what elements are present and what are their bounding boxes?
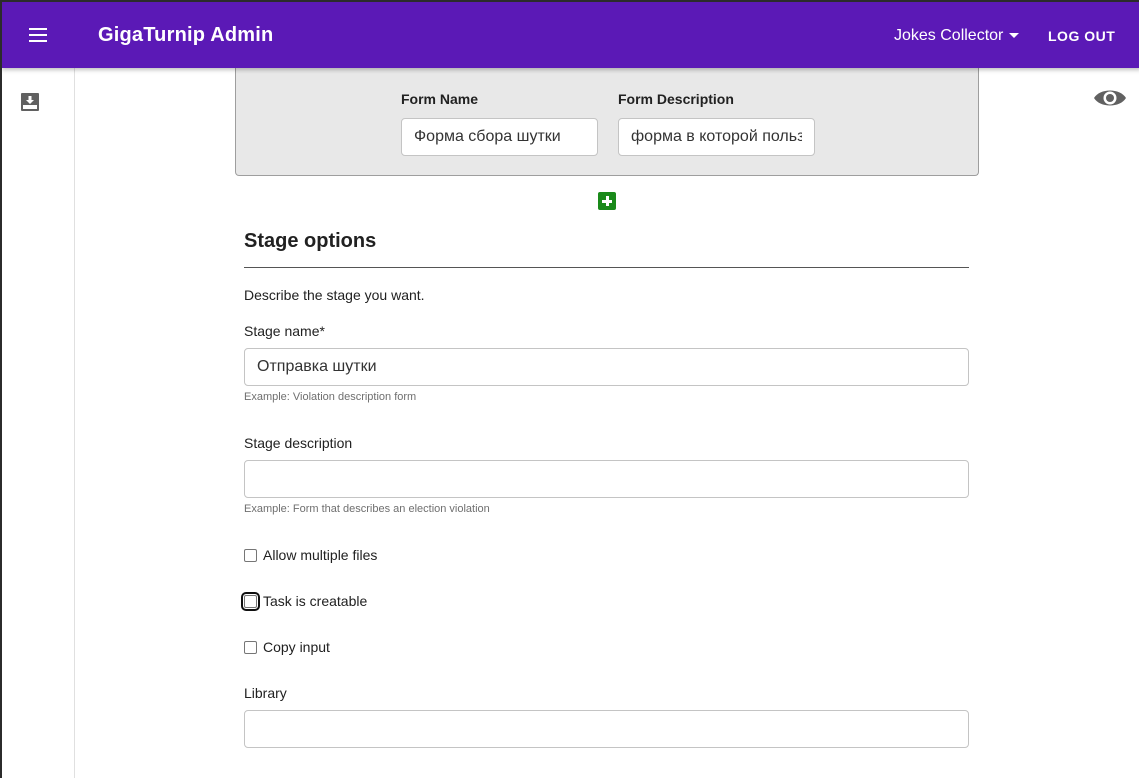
stage-name-help: Example: Violation description form [244, 391, 417, 403]
menu-icon [29, 28, 47, 42]
sidebar [2, 68, 75, 778]
section-description: Describe the stage you want. [244, 287, 425, 303]
checkbox-row-allow-multiple-files[interactable]: Allow multiple files [244, 545, 377, 565]
inbox-download-icon [21, 93, 39, 111]
preview-button[interactable] [1092, 84, 1128, 112]
copy-input-label: Copy input [263, 639, 330, 655]
form-description-label: Form Description [618, 91, 734, 107]
stage-name-label: Stage name* [244, 323, 325, 339]
app-window: GigaTurnip Admin Jokes Collector LOG OUT [0, 0, 1139, 778]
stage-name-input[interactable] [244, 348, 969, 386]
stage-description-label: Stage description [244, 435, 353, 451]
allow-multiple-files-checkbox[interactable] [244, 548, 257, 562]
form-description-input[interactable] [618, 118, 815, 156]
checkbox-row-task-is-creatable[interactable]: Task is creatable [241, 591, 368, 611]
task-is-creatable-label: Task is creatable [263, 593, 368, 609]
campaign-select[interactable]: Jokes Collector [894, 24, 1020, 48]
campaign-select-label: Jokes Collector [894, 27, 1004, 44]
section-title: Stage options [244, 230, 377, 252]
menu-button[interactable] [22, 19, 54, 51]
plus-square-icon[interactable] [598, 192, 616, 210]
library-label: Library [244, 685, 287, 701]
form-name-label: Form Name [401, 91, 479, 107]
logout-button[interactable]: LOG OUT [1040, 22, 1123, 50]
app-bar: GigaTurnip Admin Jokes Collector LOG OUT [2, 2, 1139, 68]
app-title: GigaTurnip Admin [98, 24, 274, 46]
copy-input-checkbox[interactable] [244, 640, 257, 654]
library-input[interactable] [244, 710, 969, 748]
caret-down-icon [1009, 33, 1020, 38]
stage-description-input[interactable] [244, 460, 969, 498]
eye-icon [1094, 90, 1126, 106]
checkbox-row-copy-input[interactable]: Copy input [244, 637, 330, 657]
stage-description-help: Example: Form that describes an election… [244, 503, 490, 515]
form-name-input[interactable] [401, 118, 598, 156]
sidebar-item-inbox[interactable] [18, 90, 42, 114]
task-is-creatable-checkbox[interactable] [241, 591, 260, 611]
allow-multiple-files-label: Allow multiple files [263, 547, 378, 563]
section-divider [244, 267, 969, 268]
form-header-card: Form Name Form Description [235, 68, 979, 176]
